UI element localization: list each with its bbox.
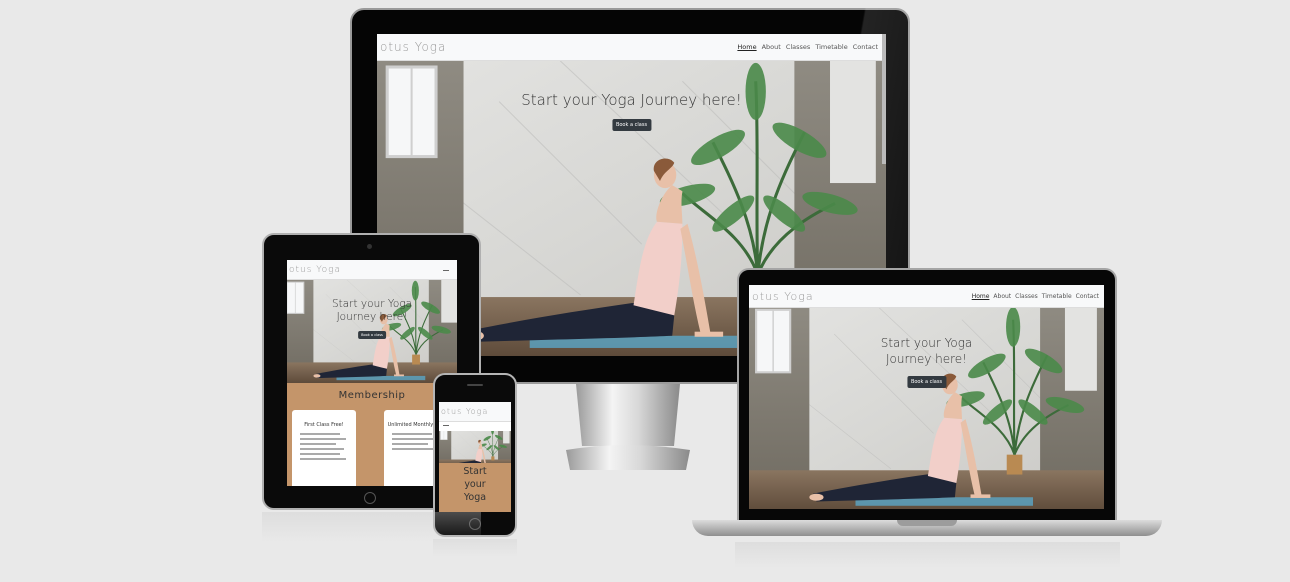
phone-hero-image-wrap bbox=[439, 431, 511, 463]
hero-title-line2: Journey here! bbox=[336, 311, 408, 323]
book-class-button[interactable]: Book a class bbox=[611, 119, 652, 131]
book-class-button[interactable]: Book a class bbox=[906, 376, 947, 388]
phone-reflection bbox=[433, 539, 517, 557]
hero-title-line2: Journey here! bbox=[886, 352, 967, 366]
tablet-reflection bbox=[262, 512, 481, 542]
phone-navbar: otus Yoga bbox=[439, 402, 511, 422]
nav-timetable[interactable]: Timetable bbox=[1042, 293, 1072, 300]
laptop-notch bbox=[897, 520, 957, 526]
book-class-button[interactable]: Book a class bbox=[358, 331, 386, 339]
tablet-screen: otus Yoga Start your Yoga Journey here! … bbox=[287, 260, 457, 486]
phone-hero-line3: Yoga bbox=[463, 492, 487, 503]
phone-speaker bbox=[467, 384, 483, 386]
tablet-hero: Start your Yoga Journey here! Book a cla… bbox=[287, 280, 457, 383]
brand-logo[interactable]: otus Yoga bbox=[380, 40, 446, 54]
tablet-navbar: otus Yoga bbox=[287, 260, 457, 280]
laptop-reflection bbox=[735, 542, 1120, 568]
hero-title: Start your Yoga Journey here! bbox=[287, 298, 457, 324]
brand-logo[interactable]: otus Yoga bbox=[441, 407, 488, 416]
membership-heading: Membership bbox=[338, 390, 406, 401]
membership-card-free: First Class Free! bbox=[292, 410, 356, 486]
hero-title-line1: Start your Yoga bbox=[331, 298, 413, 310]
desktop-navbar: otus Yoga Home About Classes Timetable C… bbox=[377, 34, 886, 61]
monitor-stand-shape bbox=[566, 384, 690, 470]
brand-logo[interactable]: otus Yoga bbox=[752, 290, 814, 303]
membership-section: Membership First Class Free! Unlimited M… bbox=[287, 383, 457, 486]
nav-home[interactable]: Home bbox=[972, 293, 990, 300]
hero-title: Start your Yoga Journey here! bbox=[749, 335, 1104, 367]
nav-about[interactable]: About bbox=[762, 43, 781, 51]
hero-image bbox=[439, 431, 511, 463]
nav-timetable[interactable]: Timetable bbox=[815, 43, 847, 51]
nav-contact[interactable]: Contact bbox=[853, 43, 878, 51]
laptop-hero: Start your Yoga Journey here! Book a cla… bbox=[749, 308, 1104, 509]
hero-title: Start your Yoga Journey here! bbox=[521, 91, 742, 109]
monitor-stand bbox=[566, 384, 690, 470]
laptop-screen: otus Yoga Home About Classes Timetable C… bbox=[749, 285, 1104, 509]
brand-logo[interactable]: otus Yoga bbox=[289, 265, 341, 275]
phone-hero-line1: Start bbox=[463, 466, 487, 477]
laptop-nav-links: Home About Classes Timetable Contact bbox=[972, 293, 1099, 300]
desktop-nav-links: Home About Classes Timetable Contact bbox=[737, 43, 878, 51]
menu-toggle-icon[interactable] bbox=[443, 425, 449, 426]
nav-classes[interactable]: Classes bbox=[786, 43, 811, 51]
phone-hero-text-block: Start your Yoga bbox=[439, 463, 511, 512]
phone-screen: otus Yoga Start your Yoga bbox=[439, 402, 511, 512]
card-title: First Class Free! bbox=[304, 422, 344, 428]
phone-hero-line2: your bbox=[464, 479, 486, 490]
nav-about[interactable]: About bbox=[993, 293, 1011, 300]
card-bullets bbox=[300, 433, 356, 460]
nav-classes[interactable]: Classes bbox=[1015, 293, 1038, 300]
menu-toggle-icon[interactable] bbox=[443, 270, 449, 271]
tablet-camera bbox=[367, 244, 372, 249]
nav-contact[interactable]: Contact bbox=[1076, 293, 1099, 300]
nav-home[interactable]: Home bbox=[737, 43, 756, 51]
laptop-mockup: otus Yoga Home About Classes Timetable C… bbox=[692, 268, 1162, 540]
hero-title-line1: Start your Yoga bbox=[880, 336, 973, 350]
tablet-home-button[interactable] bbox=[364, 492, 376, 504]
laptop-navbar: otus Yoga Home About Classes Timetable C… bbox=[749, 285, 1104, 308]
